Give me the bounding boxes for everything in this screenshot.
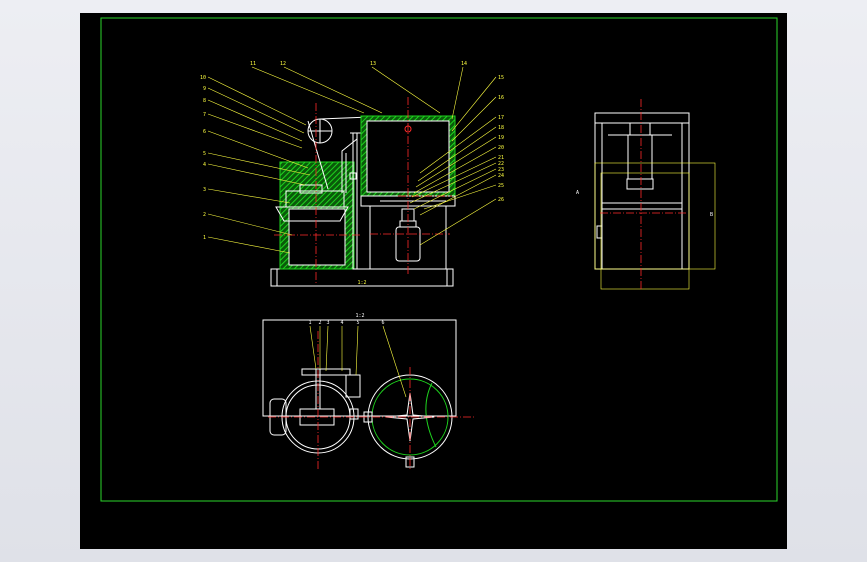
- top-balloon-2: 2: [318, 320, 321, 326]
- balloon-16: 16: [498, 95, 504, 101]
- side-label-a: A: [576, 190, 579, 196]
- balloon-1: 1: [203, 235, 206, 241]
- balloon-3: 3: [203, 187, 206, 193]
- balloon-6: 6: [203, 129, 206, 135]
- balloon-25: 25: [498, 183, 504, 189]
- balloon-2: 2: [203, 212, 206, 218]
- balloon-4: 4: [203, 162, 206, 168]
- balloon-12: 12: [280, 61, 286, 67]
- top-view-caption: 1:2: [355, 313, 364, 319]
- balloon-19: 19: [498, 135, 504, 141]
- front-view-caption: 1:2: [357, 280, 366, 286]
- balloon-5: 5: [203, 151, 206, 157]
- top-balloon-4: 4: [340, 320, 343, 326]
- balloon-9: 9: [203, 86, 206, 92]
- cad-drawing-viewport[interactable]: 10 9 8 7 6 5 4 3 2 1 11 12 13 14 15 16 1…: [80, 13, 787, 549]
- balloon-15: 15: [498, 75, 504, 81]
- side-view: [594, 112, 690, 270]
- balloon-24: 24: [498, 173, 504, 179]
- top-balloon-3: 3: [326, 320, 329, 326]
- balloon-26: 26: [498, 197, 504, 203]
- top-view: [262, 319, 457, 468]
- side-label-b: B: [710, 212, 713, 218]
- top-balloon-5: 5: [356, 320, 359, 326]
- front-view: [270, 115, 456, 287]
- mixing-vessel-inner: [288, 208, 346, 266]
- balloon-18: 18: [498, 125, 504, 131]
- balloon-13: 13: [370, 61, 376, 67]
- top-balloon-1: 1: [308, 320, 311, 326]
- balloon-17: 17: [498, 115, 504, 121]
- balloon-7: 7: [203, 112, 206, 118]
- cad-drawing-canvas: 10 9 8 7 6 5 4 3 2 1 11 12 13 14 15 16 1…: [100, 17, 778, 502]
- balloon-10: 10: [200, 75, 206, 81]
- balloon-8: 8: [203, 98, 206, 104]
- balloon-14: 14: [461, 61, 467, 67]
- balloon-11: 11: [250, 61, 256, 67]
- top-balloon-6: 6: [381, 320, 384, 326]
- side-centerlines: [600, 99, 686, 289]
- balloon-20: 20: [498, 145, 504, 151]
- side-view-outline: [594, 162, 716, 290]
- top-leaders: [309, 325, 407, 398]
